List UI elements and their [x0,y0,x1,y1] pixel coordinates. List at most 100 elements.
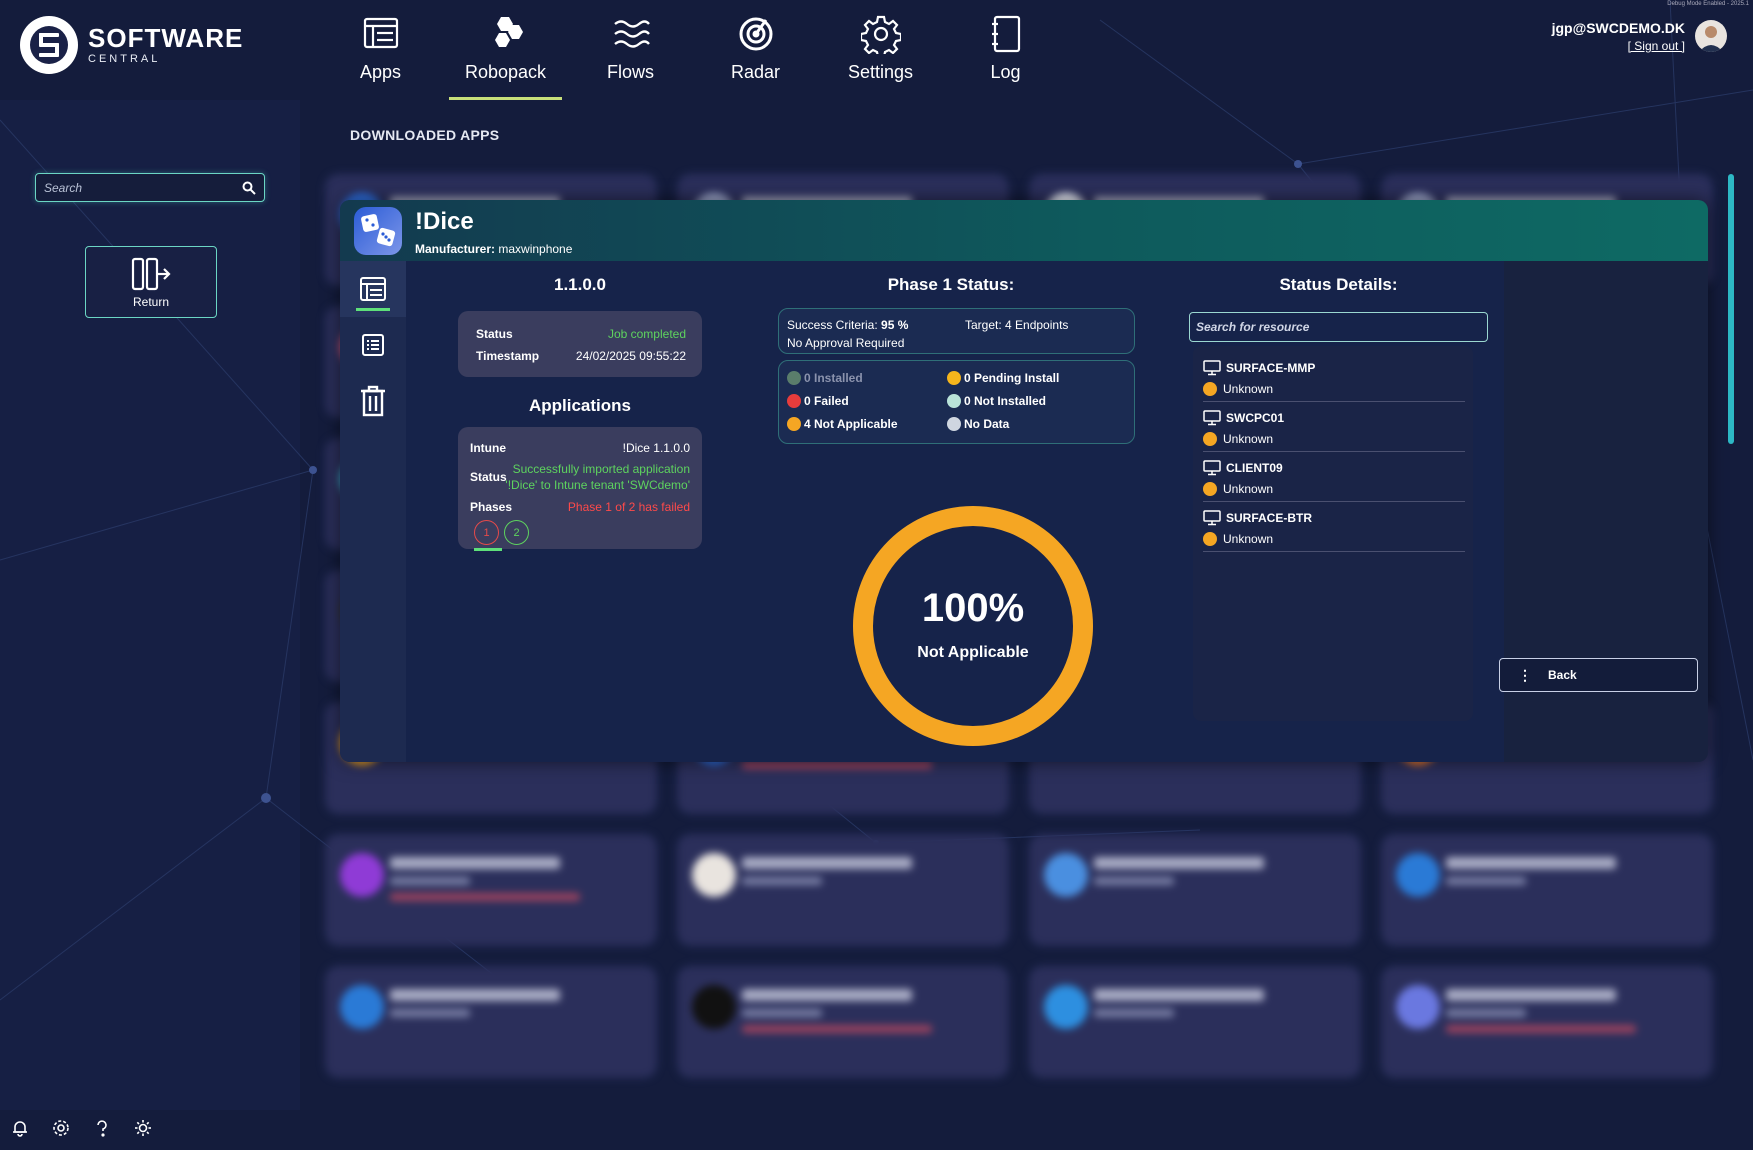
legend-label: 0 Not Installed [964,394,1047,408]
nav-flows-label: Flows [606,62,654,82]
legend-item: 0 Not Installed [947,394,1046,408]
manufacturer-label: Manufacturer: [415,242,496,256]
app-card[interactable] [326,967,656,1077]
resource-status-text: Unknown [1223,432,1274,446]
legend-dot [947,417,961,431]
scrollbar-thumb[interactable] [1728,174,1734,444]
app-card[interactable] [1382,967,1712,1077]
brand-sub: CENTRAL [88,53,161,65]
resource-name-text: SURFACE-MMP [1226,361,1316,375]
nav-robopack[interactable]: Robopack [443,0,568,100]
resource-status-text: Unknown [1223,482,1274,496]
monitor-icon [1203,510,1221,526]
user-area: jgp@SWCDEMO.DK [ Sign out ] [1552,20,1727,53]
monitor-icon [1203,360,1221,376]
resource-name: SURFACE-BTR [1203,510,1312,526]
search-icon[interactable] [242,181,256,195]
resource-row[interactable]: CLIENT09 Unknown [1203,452,1465,502]
applications-panel: Intune !Dice 1.1.0.0 Status Successfully… [458,427,702,551]
app-card[interactable] [1382,835,1712,945]
search-input[interactable] [44,180,242,195]
app-card[interactable] [326,835,656,945]
legend-label: 0 Pending Install [964,371,1060,385]
monitor-icon [1203,460,1221,476]
app-card[interactable] [678,967,1008,1077]
app-card[interactable] [1030,835,1360,945]
main-scrollbar[interactable] [1726,162,1736,1102]
overview-icon [360,277,386,301]
status-dot [1203,432,1217,446]
phases-label: Phases [470,500,513,514]
app-status-line2: '!Dice' to Intune tenant 'SWCdemo' [505,478,690,492]
return-icon [131,257,171,290]
tab-overview[interactable] [340,261,406,317]
list-icon [362,334,384,356]
resource-row[interactable]: SURFACE-MMP Unknown [1203,352,1465,402]
main-nav: Apps Robopack Flows Radar Settings Log [318,0,1068,100]
nav-settings-label: Settings [847,62,914,82]
back-label: Back [1548,668,1577,682]
resource-row[interactable]: SWCPC01 Unknown [1203,402,1465,452]
timestamp-value: 24/02/2025 09:55:22 [575,349,686,363]
resource-status: Unknown [1203,432,1273,446]
flows-icon [613,20,650,48]
brand-name: SOFTWARE [88,23,244,53]
radar-icon [739,17,772,51]
status-dot [1203,382,1217,396]
monitor-icon [1203,410,1221,426]
app-card[interactable] [678,835,1008,945]
legend-label: No Data [964,417,1010,431]
app-name: !Dice [415,208,474,235]
resource-name-text: SWCPC01 [1226,411,1285,425]
app-status-line1: Successfully imported application [512,462,690,476]
legend-dot [787,394,801,408]
nav-radar-label: Radar [730,62,781,82]
nav-radar[interactable]: Radar [693,0,818,100]
back-button[interactable]: ⋮ Back [1499,658,1698,692]
legend-dot [947,394,961,408]
approval-text: No Approval Required [787,336,905,350]
nav-robopack-label: Robopack [464,62,547,82]
app-detail-modal: !Dice Manufacturer: maxwinphone 1.1.0.0 … [340,200,1708,762]
status-dot [1203,482,1217,496]
target-endpoints: Target: 4 Endpoints [965,318,1069,332]
manufacturer-value: maxwinphone [498,242,573,256]
resource-name: SWCPC01 [1203,410,1284,426]
more-icon: ⋮ [1518,666,1532,683]
tab-details[interactable] [340,317,406,373]
gear-icon[interactable] [51,1118,70,1137]
modal-header: !Dice Manufacturer: maxwinphone [340,200,1708,261]
nav-settings[interactable]: Settings [818,0,943,100]
intune-value: !Dice 1.1.0.0 [622,441,690,455]
brand-logo[interactable]: SOFTWARE CENTRAL [20,16,243,74]
nav-flows[interactable]: Flows [568,0,693,100]
sign-out-link[interactable]: [ Sign out ] [1552,39,1685,53]
return-button[interactable]: Return [85,246,217,318]
resource-search [1189,312,1488,342]
legend-dot [947,371,961,385]
resource-status-text: Unknown [1223,382,1274,396]
theme-icon[interactable] [133,1118,152,1137]
legend-item: 0 Pending Install [947,371,1059,385]
resource-status: Unknown [1203,532,1273,546]
phases-value: Phase 1 of 2 has failed [567,500,690,514]
success-criteria-box: Success Criteria: 95 % Target: 4 Endpoin… [778,308,1135,354]
trash-icon [361,385,385,417]
tab-delete[interactable] [340,373,406,429]
resource-row[interactable]: SURFACE-BTR Unknown [1203,502,1465,552]
bell-icon[interactable] [10,1118,29,1137]
phase-1-button[interactable]: 1 [474,520,499,545]
applications-title: Applications [528,396,631,415]
nav-apps[interactable]: Apps [318,0,443,100]
phase-2-button[interactable]: 2 [504,520,529,545]
resource-name-text: CLIENT09 [1226,461,1283,475]
settings-icon [860,15,901,54]
legend-label: 0 Installed [804,371,863,385]
success-criteria-label: Success Criteria: [787,318,878,332]
help-icon[interactable] [92,1118,111,1137]
resource-search-input[interactable] [1196,320,1481,334]
intune-label: Intune [470,441,506,455]
app-card[interactable] [1030,967,1360,1077]
avatar[interactable] [1695,20,1727,52]
nav-log[interactable]: Log [943,0,1068,100]
